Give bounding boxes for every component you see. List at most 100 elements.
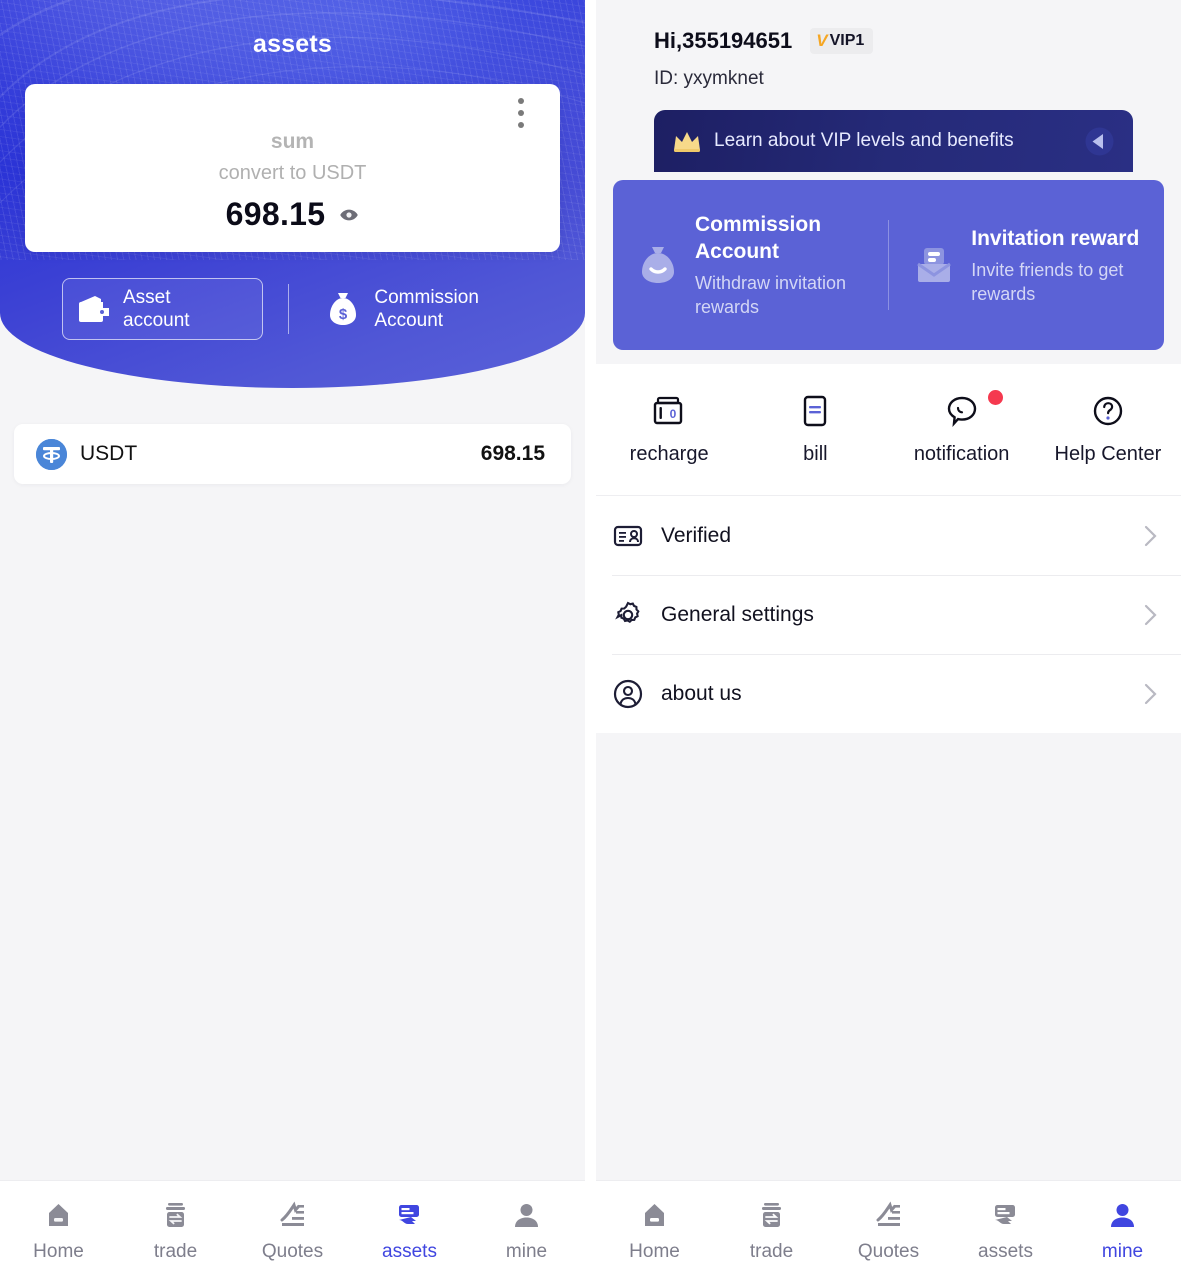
tab-trade-label: trade [749,1241,794,1262]
gear-icon [612,599,644,631]
trade-icon [755,1199,788,1232]
menu-item-about-us-label: about us [661,681,742,705]
tab-mine-label: mine [1101,1241,1144,1262]
vip-level-label: VIP1 [829,32,865,49]
quick-action-recharge[interactable]: 0 recharge [596,392,742,466]
chevron-right-icon [1142,522,1159,550]
promo-invitation-text: Invitation reward Invite friends to get … [971,225,1158,306]
money-bag-icon [635,242,681,288]
tab-assets-label: assets [978,1241,1033,1262]
promo-commission-text: Commission Account Withdraw invitation r… [695,211,882,319]
promo-commission-subtitle: Withdraw invitation rewards [695,273,847,317]
promo-invitation-reward[interactable]: Invitation reward Invite friends to get … [889,180,1164,350]
tab-mine-label: mine [505,1241,548,1262]
tab-trade-label: trade [153,1241,198,1262]
tab-home[interactable]: Home [596,1199,713,1263]
coin-symbol: USDT [80,442,138,465]
menu-item-verified[interactable]: Verified [596,496,1181,575]
tab-trade[interactable]: trade [713,1199,830,1263]
trade-icon [159,1199,192,1232]
commission-account-label-line1: Commission [374,287,479,308]
menu-item-verified-label: Verified [661,523,732,547]
tab-trade[interactable]: trade [117,1199,234,1263]
promo-commission-account[interactable]: Commission Account Withdraw invitation r… [613,180,888,350]
menu-item-general-settings[interactable]: General settings [596,575,1181,654]
mine-empty-area [596,733,1181,1180]
tab-quotes-label: Quotes [857,1241,920,1262]
tab-home-label: Home [33,1241,84,1262]
balance-label: sum [270,130,315,153]
account-switch-row: Asset account $ Commission Account [0,278,585,340]
eye-icon[interactable] [339,205,359,225]
wallet-zero-icon: 0 [650,392,688,430]
asset-account-label: Asset account [123,286,190,332]
asset-account-label-line2: account [123,310,190,331]
home-icon [638,1199,671,1232]
assets-hero-header: assets sum convert to USDT 698.15 Asset … [0,0,585,388]
coin-amount: 698.15 [480,442,545,465]
panel-divider [585,0,596,1276]
promo-invitation-title: Invitation reward [971,226,1140,250]
quick-action-bill[interactable]: bill [742,392,888,466]
quick-action-recharge-label: recharge [629,443,709,465]
person-icon [1106,1199,1139,1232]
assets-icon [989,1199,1022,1232]
home-icon [42,1199,75,1232]
envelope-icon [911,242,957,288]
money-bag-icon: $ [330,293,357,325]
balance-card: sum convert to USDT 698.15 [25,84,560,252]
vip-banner-text: Learn about VIP levels and benefits [714,130,1014,151]
status-badge[interactable]: V VIP1 [810,28,874,54]
user-id-text: ID: yxymknet [654,68,764,89]
svg-text:$: $ [339,306,348,323]
greeting-text: Hi,355194651 [654,28,793,53]
asset-account-label-line1: Asset [123,287,171,308]
usdt-coin-icon [36,438,67,470]
balance-currency-note: convert to USDT [218,162,367,184]
quick-action-notification-label: notification [913,443,1010,465]
tab-mine[interactable]: mine [468,1199,585,1263]
menu-item-general-settings-label: General settings [661,602,814,626]
tab-quotes[interactable]: Quotes [234,1199,351,1263]
arrow-left-circle-icon[interactable] [1084,126,1115,157]
quick-actions-row: 0 recharge bill notification Help Center [596,364,1181,496]
vip-info-banner[interactable]: Learn about VIP levels and benefits [654,110,1133,172]
coin-row-usdt[interactable]: USDT 698.15 [14,424,571,484]
assets-screen: assets sum convert to USDT 698.15 Asset … [0,0,585,1276]
tab-assets-label: assets [382,1241,437,1262]
tab-assets[interactable]: assets [351,1199,468,1263]
tab-quotes[interactable]: Quotes [830,1199,947,1263]
dual-screenshot-container: assets sum convert to USDT 698.15 Asset … [0,0,1181,1276]
vip-v-glyph: V [816,31,828,50]
wallet-icon [79,296,109,322]
question-circle-icon [1089,392,1127,430]
assets-tabbar: Home trade Quotes assets mine [0,1180,585,1276]
mine-screen: Hi,355194651 V VIP1 ID: yxymknet Learn a… [596,0,1181,1276]
page-title: assets [252,30,333,58]
quotes-icon [276,1199,309,1232]
quick-action-help-center[interactable]: Help Center [1035,392,1181,466]
quick-action-notification[interactable]: notification [889,390,1035,466]
menu-item-about-us[interactable]: about us [596,654,1181,733]
settings-menu-list: Verified General settings about us [596,496,1181,733]
account-switch-divider [288,284,290,334]
tab-assets[interactable]: assets [947,1199,1064,1263]
person-icon [510,1199,543,1232]
quick-action-help-center-label: Help Center [1054,443,1162,465]
commission-account-label: Commission Account [374,286,479,332]
tab-quotes-label: Quotes [261,1241,324,1262]
balance-amount: 698.15 [225,196,326,232]
tab-home[interactable]: Home [0,1199,117,1263]
notification-badge-dot [987,390,1003,405]
crown-icon [672,129,702,153]
bill-icon [796,392,834,430]
chat-bubble-icon [943,390,1003,430]
user-circle-icon [612,678,644,710]
assets-icon [393,1199,426,1232]
greeting-row: Hi,355194651 V VIP1 [654,28,874,54]
asset-account-button[interactable]: Asset account [62,278,263,340]
commission-account-button[interactable]: $ Commission Account [311,278,521,340]
promo-invitation-subtitle: Invite friends to get rewards [971,259,1124,304]
tab-mine[interactable]: mine [1064,1199,1181,1263]
chevron-right-icon [1142,680,1159,708]
